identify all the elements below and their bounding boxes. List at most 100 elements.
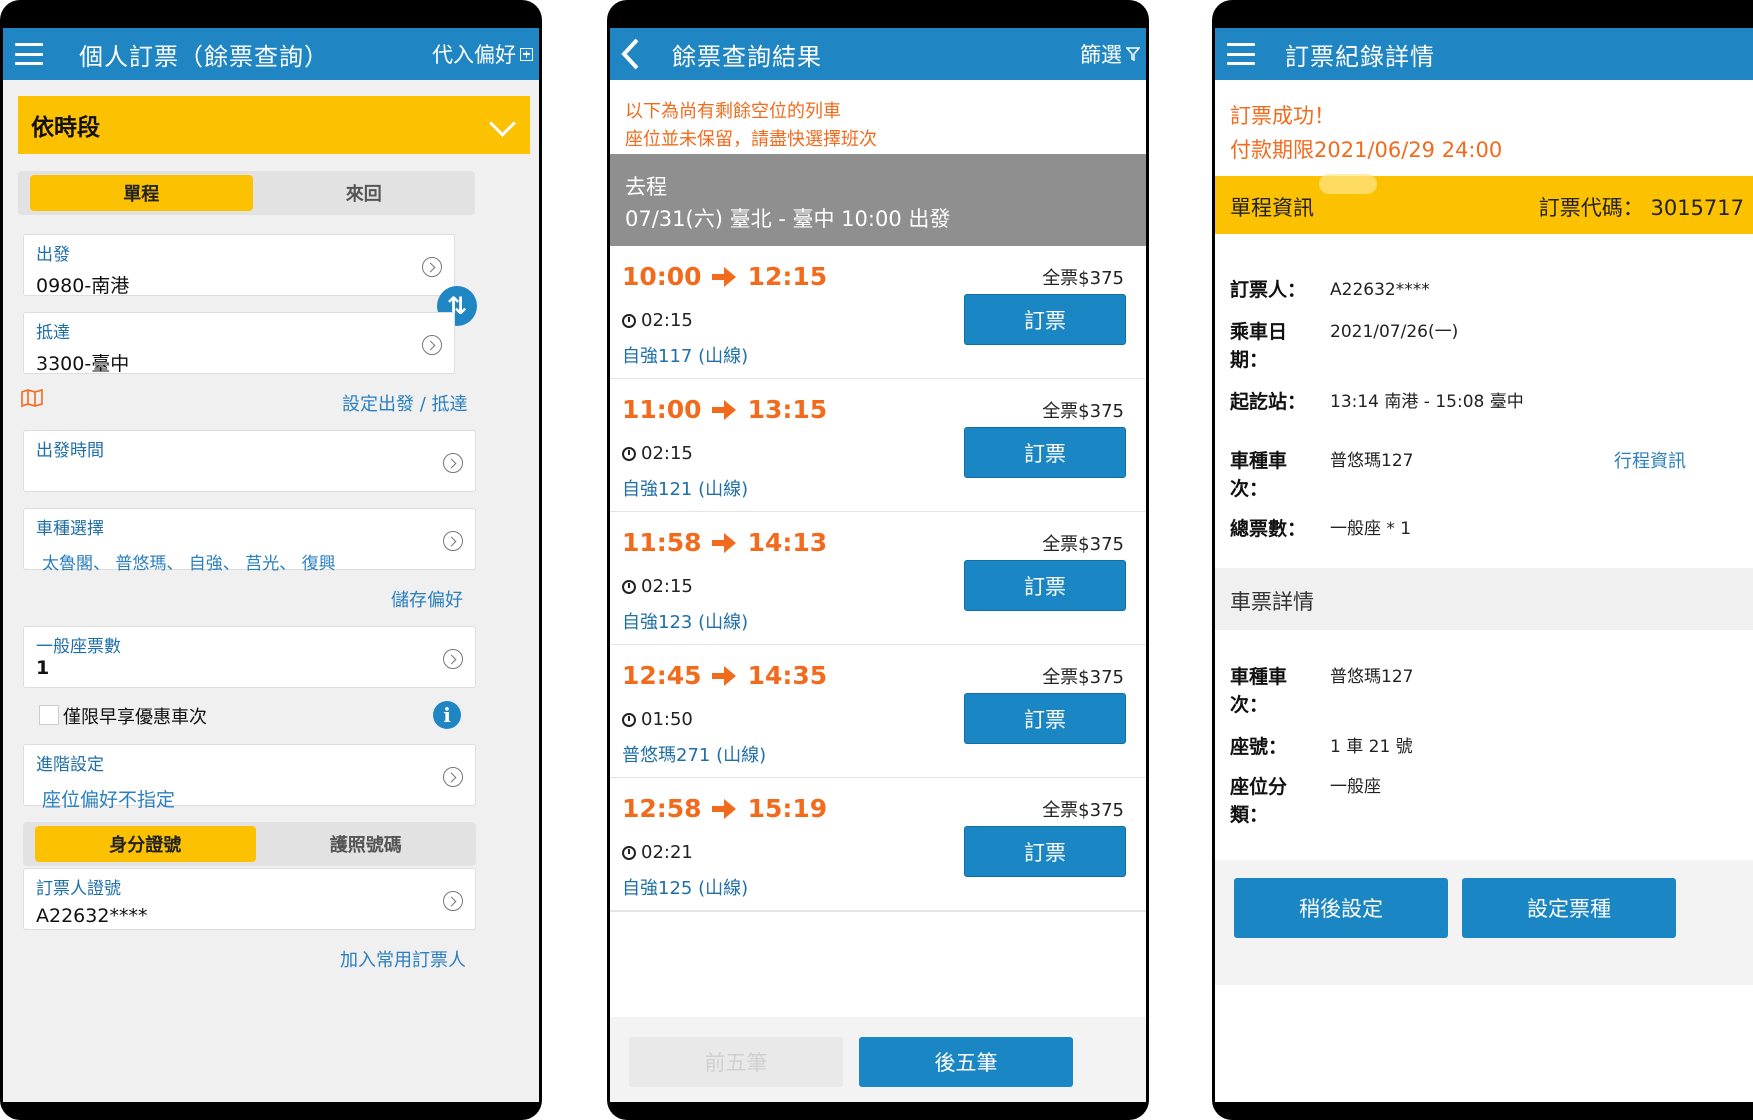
train-times: 10:00 12:15: [622, 262, 827, 291]
booker-id-label: 訂票人證號: [36, 879, 121, 899]
app-bar: 餘票查詢結果 篩選: [610, 28, 1146, 80]
one-way-info-header: 單程資訊 訂票代碼： 3015717: [1215, 174, 1753, 234]
detail-value: 2021/07/26(一): [1330, 322, 1459, 342]
booking-success-message: 訂票成功！: [1230, 104, 1335, 128]
duration: 02:15: [622, 310, 693, 331]
ticket-count-field[interactable]: 一般座票數 1: [23, 626, 476, 688]
load-preference-button[interactable]: 代入偏好: [432, 28, 533, 80]
phone-frame-results: 餘票查詢結果 篩選 以下為尚有剩餘空位的列車 座位並未保留，請盡快選擇班次 去程…: [607, 0, 1149, 1120]
booking-screen: 個人訂票（餘票查詢） 代入偏好 依時段 單程 來回 出發 0980-南港 ⇅ 抵…: [3, 28, 539, 1102]
fare-price: 全票$375: [1042, 268, 1124, 289]
fare-price: 全票$375: [1042, 667, 1124, 688]
app-bar: 個人訂票（餘票查詢） 代入偏好: [3, 28, 539, 80]
detail-value: A22632****: [1330, 280, 1430, 300]
depart-time: 11:00: [622, 395, 702, 424]
book-button[interactable]: 訂票: [964, 826, 1126, 877]
next-five-button[interactable]: 後五筆: [859, 1037, 1073, 1087]
detail-key: 車種車次：: [1230, 666, 1288, 716]
train-type-label: 車種選擇: [36, 519, 104, 539]
book-button[interactable]: 訂票: [964, 294, 1126, 345]
train-result-row: 11:00 13:15 02:15 自強121 (山線) 全票$375 訂票: [610, 379, 1146, 513]
trip-info-link[interactable]: 行程資訊: [1614, 447, 1686, 473]
duration: 02:15: [622, 443, 693, 464]
booking-code: 訂票代碼： 3015717: [1538, 196, 1744, 220]
seat-preference-value: 座位偏好不指定: [42, 789, 176, 811]
previous-five-button[interactable]: 前五筆: [629, 1037, 843, 1087]
right-arrow-icon: [711, 399, 738, 420]
book-button[interactable]: 訂票: [964, 427, 1126, 478]
add-frequent-booker-link[interactable]: 加入常用訂票人: [340, 946, 466, 972]
train-result-row: 11:58 14:13 02:15 自強123 (山線) 全票$375 訂票: [610, 512, 1146, 646]
departure-time-field[interactable]: 出發時間: [23, 430, 476, 492]
menu-icon[interactable]: [1227, 43, 1255, 65]
load-preference-label: 代入偏好: [432, 43, 516, 67]
clock-icon: [622, 712, 636, 727]
book-button[interactable]: 訂票: [964, 560, 1126, 611]
set-stations-link[interactable]: 設定出發 / 抵達: [342, 390, 468, 416]
fare-price: 全票$375: [1042, 401, 1124, 422]
filter-button[interactable]: 篩選: [1080, 28, 1140, 80]
arrival-station-field[interactable]: 抵達 3300-臺中: [23, 312, 455, 375]
chevron-right-circle-icon: [443, 767, 463, 787]
book-button[interactable]: 訂票: [964, 693, 1126, 744]
record-screen: 訂票紀錄詳情 訂票成功！ 付款期限2021/06/29 24:00 單程資訊 訂…: [1215, 28, 1753, 1102]
train-result-row: 12:58 15:19 02:21 自強125 (山線) 全票$375 訂票: [610, 778, 1146, 912]
phone-frame-record: 訂票紀錄詳情 訂票成功！ 付款期限2021/06/29 24:00 單程資訊 訂…: [1212, 0, 1753, 1120]
depart-time: 10:00: [622, 262, 702, 291]
page-title: 個人訂票（餘票查詢）: [79, 42, 329, 71]
highlight-blob: [1319, 174, 1377, 194]
train-times: 12:58 15:19: [622, 794, 827, 823]
train-number: 自強125 (山線): [622, 878, 749, 899]
duration-value: 02:15: [641, 576, 693, 597]
fare-price: 全票$375: [1042, 800, 1124, 821]
search-mode-label: 依時段: [31, 115, 100, 141]
advanced-settings-field[interactable]: 進階設定 座位偏好不指定: [23, 744, 476, 811]
duration-value: 02:15: [641, 443, 693, 464]
notice-line-2: 座位並未保留，請盡快選擇班次: [625, 129, 877, 150]
action-bar: 稍後設定 設定票種: [1215, 860, 1753, 985]
detail-value: 13:14 南港 - 15:08 臺中: [1330, 392, 1524, 412]
set-ticket-type-button[interactable]: 設定票種: [1462, 878, 1676, 938]
depart-time: 11:58: [622, 528, 702, 557]
booker-id-field[interactable]: 訂票人證號 A22632****: [23, 868, 476, 930]
duration: 02:15: [622, 576, 693, 597]
right-arrow-icon: [711, 266, 738, 287]
map-icon[interactable]: [21, 389, 43, 407]
back-arrow-icon[interactable]: [620, 37, 640, 71]
notice-line-1: 以下為尚有剩餘空位的列車: [625, 101, 841, 122]
train-result-row: 10:00 12:15 02:15 自強117 (山線) 全票$375 訂票: [610, 246, 1146, 380]
departure-station-field[interactable]: 出發 0980-南港: [23, 234, 455, 297]
detail-value: 一般座: [1330, 777, 1381, 797]
depart-time: 12:45: [622, 661, 702, 690]
chevron-right-circle-icon: [443, 531, 463, 551]
section-title: 單程資訊: [1230, 196, 1314, 220]
tab-national-id[interactable]: 身分證號: [35, 826, 256, 862]
train-result-row: 12:45 14:35 01:50 普悠瑪271 (山線) 全票$375 訂票: [610, 645, 1146, 779]
search-mode-dropdown[interactable]: 依時段: [18, 96, 530, 154]
info-icon[interactable]: i: [433, 701, 461, 729]
duration-value: 02:15: [641, 310, 693, 331]
departure-time-label: 出發時間: [36, 441, 104, 461]
set-later-button[interactable]: 稍後設定: [1234, 878, 1448, 938]
train-type-field[interactable]: 車種選擇 太魯閣、 普悠瑪、 自強、 莒光、 復興: [23, 508, 476, 574]
early-bird-checkbox[interactable]: [39, 705, 59, 725]
detail-key: 總票數：: [1230, 518, 1307, 540]
arrive-time: 14:13: [747, 528, 828, 557]
duration: 01:50: [622, 709, 693, 730]
detail-key: 起訖站：: [1230, 391, 1307, 413]
trip-direction: 去程: [625, 175, 667, 199]
menu-icon[interactable]: [15, 43, 43, 65]
results-screen: 餘票查詢結果 篩選 以下為尚有剩餘空位的列車 座位並未保留，請盡快選擇班次 去程…: [610, 28, 1146, 1102]
save-preference-link[interactable]: 儲存偏好: [391, 586, 463, 612]
trip-summary: 07/31(六) 臺北 - 臺中 10:00 出發: [625, 207, 951, 231]
arrival-label: 抵達: [36, 323, 70, 343]
depart-time: 12:58: [622, 794, 702, 823]
train-times: 11:58 14:13: [622, 528, 827, 557]
detail-value: 普悠瑪127: [1330, 451, 1414, 471]
advanced-settings-label: 進階設定: [36, 755, 104, 775]
tab-round-trip[interactable]: 來回: [253, 175, 476, 211]
tab-passport[interactable]: 護照號碼: [256, 826, 477, 862]
tab-one-way[interactable]: 單程: [30, 175, 253, 211]
trip-type-toggle: 單程 來回: [18, 171, 475, 215]
train-number: 普悠瑪271 (山線): [622, 745, 767, 766]
